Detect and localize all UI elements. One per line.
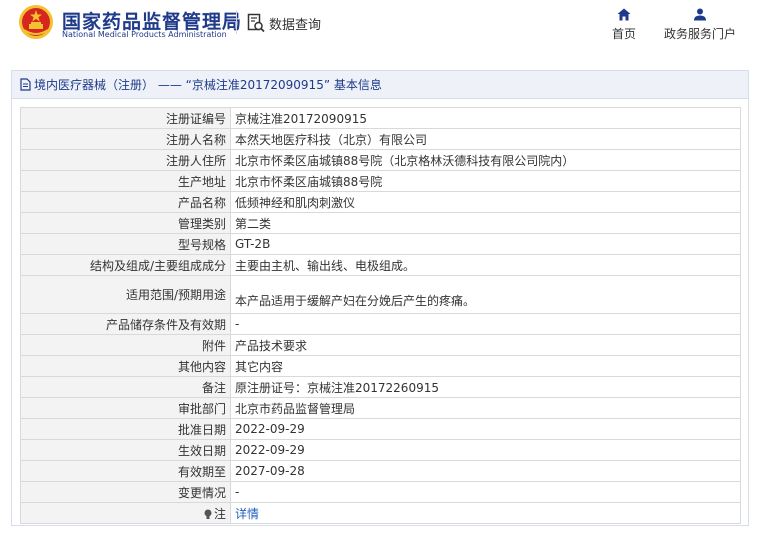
table-row: 型号规格 GT-2B — [20, 233, 741, 255]
row-value: 2027-09-28 — [230, 460, 741, 482]
row-value: 北京市怀柔区庙城镇88号院 — [230, 170, 741, 192]
row-value: - — [230, 313, 741, 335]
data-query-label: 数据查询 — [269, 17, 322, 33]
table-row: 变更情况 - — [20, 481, 741, 503]
table-row: 结构及组成/主要组成成分 主要由主机、输出线、电极组成。 — [20, 254, 741, 276]
document-icon — [20, 78, 31, 91]
nav-service-portal-label: 政务服务门户 — [663, 27, 736, 41]
row-value: 北京市药品监督管理局 — [230, 397, 741, 419]
note-label-cell: 注 — [20, 502, 231, 524]
row-label: 备注 — [20, 376, 231, 398]
table-row: 注册人名称 本然天地医疗科技（北京）有限公司 — [20, 128, 741, 150]
row-label: 有效期至 — [20, 460, 231, 482]
detail-table: 注册证编号 京械注准20172090915 注册人名称 本然天地医疗科技（北京）有限… — [20, 107, 741, 524]
table-row: 生效日期 2022-09-29 — [20, 439, 741, 461]
details-link[interactable]: 详情 — [235, 507, 259, 521]
row-value: 2022-09-29 — [230, 418, 741, 440]
row-label: 审批部门 — [20, 397, 231, 419]
header-divider — [236, 10, 237, 34]
table-row: 备注 原注册证号：京械注准20172260915 — [20, 376, 741, 398]
nav-service-portal[interactable]: 政务服务门户 — [662, 8, 738, 42]
table-row: 注册证编号 京械注准20172090915 — [20, 107, 741, 129]
row-label: 附件 — [20, 334, 231, 356]
table-row: 审批部门 北京市药品监督管理局 — [20, 397, 741, 419]
row-label: 变更情况 — [20, 481, 231, 503]
table-row: 其他内容 其它内容 — [20, 355, 741, 377]
national-emblem-icon — [19, 5, 53, 39]
nav-home[interactable]: 首页 — [606, 8, 642, 42]
row-value: - — [230, 481, 741, 503]
row-label: 结构及组成/主要组成成分 — [20, 254, 231, 276]
row-label: 注册证编号 — [20, 107, 231, 129]
data-query-link[interactable]: 数据查询 — [247, 11, 321, 35]
row-label: 注册人名称 — [20, 128, 231, 150]
row-value: GT-2B — [230, 233, 741, 255]
row-value: 原注册证号：京械注准20172260915 — [230, 376, 741, 398]
user-icon — [694, 8, 706, 21]
table-row: 管理类别 第二类 — [20, 212, 741, 234]
row-value: 低频神经和肌肉刺激仪 — [230, 191, 741, 213]
row-label: 适用范围/预期用途 — [20, 275, 231, 314]
detail-table-wrap: 注册证编号 京械注准20172090915 注册人名称 本然天地医疗科技（北京）有限… — [20, 107, 741, 524]
row-label: 注册人住所 — [20, 149, 231, 171]
row-value: 2022-09-29 — [230, 439, 741, 461]
table-row: 附件 产品技术要求 — [20, 334, 741, 356]
row-value: 北京市怀柔区庙城镇88号院（北京格林沃德科技有限公司院内） — [230, 149, 741, 171]
row-label: 批准日期 — [20, 418, 231, 440]
row-label: 生产地址 — [20, 170, 231, 192]
search-document-icon — [247, 13, 265, 33]
table-row: 有效期至 2027-09-28 — [20, 460, 741, 482]
site-subtitle: National Medical Products Administration — [62, 30, 227, 39]
row-value: 第二类 — [230, 212, 741, 234]
row-value: 京械注准20172090915 — [230, 107, 741, 129]
table-row: 注册人住所 北京市怀柔区庙城镇88号院（北京格林沃德科技有限公司院内） — [20, 149, 741, 171]
row-value: 本然天地医疗科技（北京）有限公司 — [230, 128, 741, 150]
lightbulb-icon — [204, 509, 212, 519]
row-label: 生效日期 — [20, 439, 231, 461]
table-row: 适用范围/预期用途 本产品适用于缓解产妇在分娩后产生的疼痛。 — [20, 275, 741, 314]
panel-title: 境内医疗器械（注册） —— “京械注准20172090915” 基本信息 — [34, 78, 382, 92]
note-label: 注 — [213, 506, 226, 521]
row-label: 产品名称 — [20, 191, 231, 213]
site-header: 国家药品监督管理局 National Medical Products Admi… — [0, 0, 757, 54]
row-value: 主要由主机、输出线、电极组成。 — [230, 254, 741, 276]
detail-panel: 境内医疗器械（注册） —— “京械注准20172090915” 基本信息 注册证… — [11, 70, 749, 526]
note-value-cell: 详情 — [230, 502, 741, 524]
table-row: 产品储存条件及有效期 - — [20, 313, 741, 335]
row-label: 型号规格 — [20, 233, 231, 255]
row-value: 其它内容 — [230, 355, 741, 377]
row-label: 产品储存条件及有效期 — [20, 313, 231, 335]
table-row: 生产地址 北京市怀柔区庙城镇88号院 — [20, 170, 741, 192]
row-label: 管理类别 — [20, 212, 231, 234]
row-label: 其他内容 — [20, 355, 231, 377]
row-value: 产品技术要求 — [230, 334, 741, 356]
table-row: 批准日期 2022-09-29 — [20, 418, 741, 440]
table-row: 注 详情 — [20, 502, 741, 524]
table-row: 产品名称 低频神经和肌肉刺激仪 — [20, 191, 741, 213]
nav-home-label: 首页 — [611, 27, 636, 41]
panel-title-bar: 境内医疗器械（注册） —— “京械注准20172090915” 基本信息 — [12, 71, 748, 99]
home-icon — [617, 8, 631, 21]
row-value: 本产品适用于缓解产妇在分娩后产生的疼痛。 — [230, 275, 741, 314]
